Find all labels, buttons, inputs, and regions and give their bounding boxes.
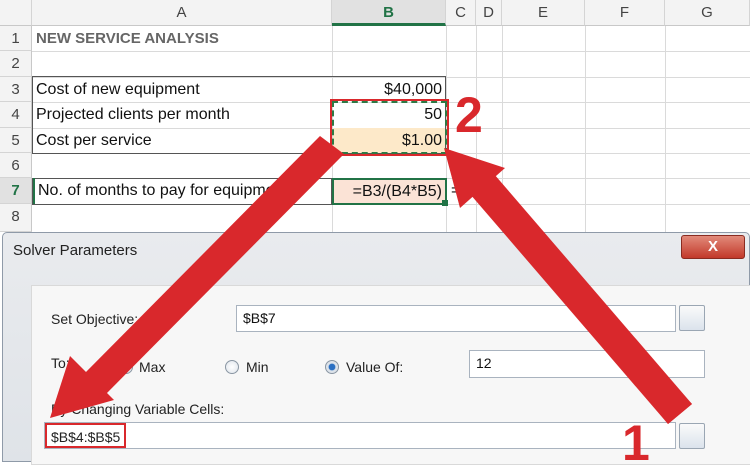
arrow-1-shaft xyxy=(470,174,692,424)
step-1-label: 1 xyxy=(622,415,650,471)
annotation-arrows xyxy=(50,136,692,424)
arrow-2-shaft xyxy=(82,136,344,396)
step-2-label: 2 xyxy=(455,87,483,143)
